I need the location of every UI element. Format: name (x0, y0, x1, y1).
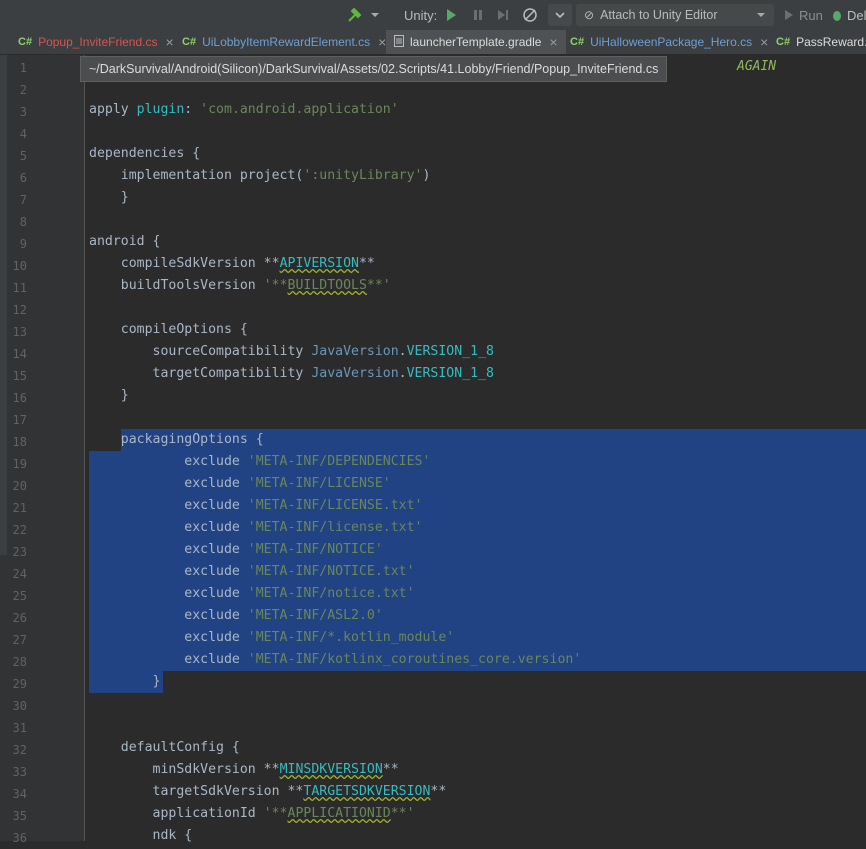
tab-launchertemplate-gradle[interactable]: launcherTemplate.gradle × (386, 30, 566, 54)
tab-uihalloweenpackage-hero[interactable]: C# UiHalloweenPackage_Hero.cs × (570, 30, 768, 54)
code-line[interactable]: defaultConfig { (89, 737, 866, 759)
attach-label: Attach to Unity Editor (600, 8, 718, 22)
code-line[interactable]: } (89, 671, 866, 693)
unity-label: Unity: (404, 7, 438, 23)
code-line[interactable]: exclude 'META-INF/*.kotlin_module' (89, 627, 866, 649)
line-number: 33 (12, 765, 27, 779)
line-number: 36 (12, 831, 27, 845)
code-line[interactable]: exclude 'META-INF/LICENSE' (89, 473, 866, 495)
tab-label: launcherTemplate.gradle (410, 35, 542, 49)
line-number: 25 (12, 589, 27, 603)
tooltip-tail-text: AGAIN (737, 59, 777, 74)
toolbar: Unity: ⊘ Attach to Unity Editor Run Del (0, 0, 866, 31)
editor-tabs: C# Popup_InviteFriend.cs × C# UiLobbyIte… (0, 30, 866, 55)
code-line[interactable]: exclude 'META-INF/notice.txt' (89, 583, 866, 605)
tab-label: UiHalloweenPackage_Hero.cs (590, 35, 753, 49)
code-line[interactable]: exclude 'META-INF/kotlinx_coroutines_cor… (89, 649, 866, 671)
tool-window-strip (0, 55, 7, 555)
code-line[interactable] (89, 121, 866, 143)
code-line[interactable]: ndk { (89, 825, 866, 847)
line-number: 28 (12, 655, 27, 669)
code-line[interactable]: exclude 'META-INF/license.txt' (89, 517, 866, 539)
code-line[interactable]: targetCompatibility JavaVersion.VERSION_… (89, 363, 866, 385)
code-line[interactable]: buildToolsVersion '**BUILDTOOLS**' (89, 275, 866, 297)
code-line[interactable]: exclude 'META-INF/NOTICE' (89, 539, 866, 561)
code-line[interactable] (89, 715, 866, 737)
line-number-gutter: 1 2 3 4 5 6 7 8 9 10 11 12 13 14 15 16 17 18 19 20 21 22 23 24 2… (0, 55, 85, 845)
unity-debug-icon[interactable] (521, 0, 539, 30)
code-line[interactable]: android { (89, 231, 866, 253)
code-line[interactable]: compileOptions { (89, 319, 866, 341)
debug-label: Del (847, 7, 866, 23)
code-line[interactable]: minSdkVersion **MINSDKVERSION** (89, 759, 866, 781)
code-line[interactable]: compileSdkVersion **APIVERSION** (89, 253, 866, 275)
line-number: 26 (12, 611, 27, 625)
code-line[interactable]: exclude 'META-INF/ASL2.0' (89, 605, 866, 627)
close-icon[interactable]: × (549, 34, 557, 50)
csharp-icon: C# (570, 36, 585, 48)
tab-label: Popup_InviteFriend.cs (38, 35, 158, 49)
code-line[interactable]: exclude 'META-INF/LICENSE.txt' (89, 495, 866, 517)
code-line[interactable] (89, 407, 866, 429)
run-label: Run (799, 7, 823, 23)
code-line[interactable]: packagingOptions { (89, 429, 866, 451)
attach-config-select[interactable]: ⊘ Attach to Unity Editor (576, 4, 774, 26)
line-number: 31 (12, 721, 27, 735)
code-editor[interactable]: apply plugin: 'com.android.application' d… (85, 55, 866, 843)
play-icon[interactable] (444, 0, 458, 30)
chevron-down-icon[interactable] (370, 0, 380, 30)
run-button[interactable]: Run (783, 0, 823, 30)
tab-popup-invitefriend[interactable]: C# Popup_InviteFriend.cs × (18, 30, 174, 54)
line-number: 29 (12, 677, 27, 691)
close-icon[interactable]: × (760, 34, 768, 50)
code-line[interactable]: exclude 'META-INF/NOTICE.txt' (89, 561, 866, 583)
line-number: 34 (12, 787, 27, 801)
debug-button[interactable]: Del (830, 0, 866, 30)
code-line[interactable]: exclude 'META-INF/DEPENDENCIES' (89, 451, 866, 473)
code-line[interactable] (89, 209, 866, 231)
code-line[interactable]: apply plugin: 'com.android.application' (89, 99, 866, 121)
tab-label: UiLobbyItemRewardElement.cs (202, 35, 371, 49)
code-line[interactable]: targetSdkVersion **TARGETSDKVERSION** (89, 781, 866, 803)
tab-label: PassReward.c (796, 35, 866, 49)
code-line[interactable] (89, 693, 866, 715)
code-line[interactable]: applicationId '**APPLICATIONID**' (89, 803, 866, 825)
csharp-icon: C# (776, 36, 791, 48)
code-line[interactable]: } (89, 385, 866, 407)
run-config-dropdown-button[interactable] (548, 4, 572, 26)
step-icon[interactable] (496, 0, 510, 30)
csharp-icon: C# (182, 36, 197, 48)
line-number: 27 (12, 633, 27, 647)
line-number: 32 (12, 743, 27, 757)
code-line[interactable]: } (89, 187, 866, 209)
file-icon (394, 34, 404, 50)
line-number: 35 (12, 809, 27, 823)
pause-icon[interactable] (471, 0, 485, 30)
code-line[interactable]: dependencies { (89, 143, 866, 165)
tab-passreward[interactable]: C# PassReward.c (776, 30, 866, 54)
hammer-icon[interactable] (346, 0, 364, 30)
code-line[interactable] (89, 297, 866, 319)
close-icon[interactable]: × (165, 34, 173, 50)
code-line[interactable]: sourceCompatibility JavaVersion.VERSION_… (89, 341, 866, 363)
code-line[interactable]: implementation project(':unityLibrary') (89, 165, 866, 187)
file-path-tooltip: ~/DarkSurvival/Android(Silicon)/DarkSurv… (80, 56, 668, 82)
chevron-down-icon (756, 8, 766, 23)
line-number: 30 (12, 699, 27, 713)
csharp-icon: C# (18, 36, 33, 48)
tab-uilobbyitemrewardelement[interactable]: C# UiLobbyItemRewardElement.cs × (182, 30, 386, 54)
attach-icon: ⊘ (584, 8, 595, 22)
line-number: 24 (12, 567, 27, 581)
